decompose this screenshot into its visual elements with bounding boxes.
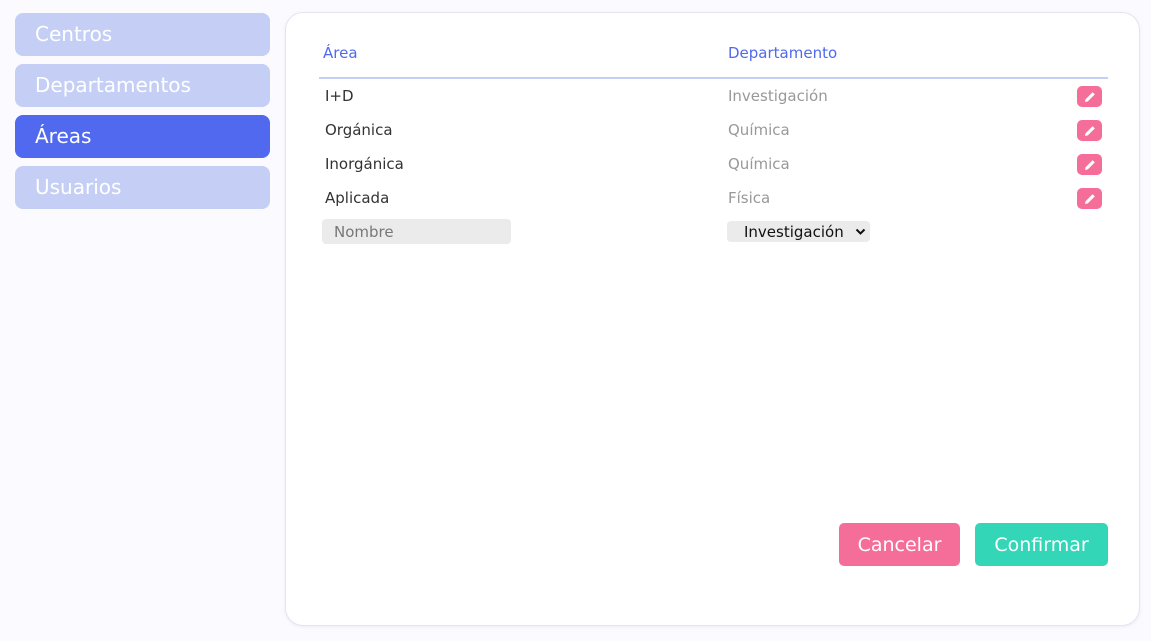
table-row: Inorgánica Química xyxy=(286,147,1141,181)
areas-panel: Área Departamento I+D Investigación Orgá… xyxy=(285,12,1140,626)
cancel-button[interactable]: Cancelar xyxy=(839,523,960,566)
column-header-departamento: Departamento xyxy=(728,44,838,62)
department-select[interactable]: Investigación xyxy=(727,221,870,242)
table-row: I+D Investigación xyxy=(286,79,1141,113)
pencil-icon xyxy=(1084,91,1095,102)
sidebar-item-label: Áreas xyxy=(35,124,92,148)
sidebar-item-centros[interactable]: Centros xyxy=(15,13,270,56)
edit-button[interactable] xyxy=(1077,154,1102,175)
cell-departamento: Investigación xyxy=(728,87,828,105)
sidebar-item-usuarios[interactable]: Usuarios xyxy=(15,166,270,209)
sidebar-item-label: Centros xyxy=(35,22,113,46)
cell-area: Inorgánica xyxy=(325,155,404,173)
pencil-icon xyxy=(1084,193,1095,204)
name-input[interactable] xyxy=(322,219,511,244)
sidebar-item-areas[interactable]: Áreas xyxy=(15,115,270,158)
sidebar-item-departamentos[interactable]: Departamentos xyxy=(15,64,270,107)
pencil-icon xyxy=(1084,159,1095,170)
cell-departamento: Química xyxy=(728,121,790,139)
table-row: Aplicada Física xyxy=(286,181,1141,215)
cell-departamento: Física xyxy=(728,189,771,207)
edit-button[interactable] xyxy=(1077,120,1102,141)
edit-button[interactable] xyxy=(1077,86,1102,107)
chevron-down-icon xyxy=(855,228,866,235)
column-header-area: Área xyxy=(323,44,358,62)
table-row: Orgánica Química xyxy=(286,113,1141,147)
cell-departamento: Química xyxy=(728,155,790,173)
cell-area: Orgánica xyxy=(325,121,393,139)
pencil-icon xyxy=(1084,125,1095,136)
edit-button[interactable] xyxy=(1077,188,1102,209)
confirm-button[interactable]: Confirmar xyxy=(975,523,1108,566)
sidebar-item-label: Usuarios xyxy=(35,175,122,199)
sidebar-nav: Centros Departamentos Áreas Usuarios xyxy=(15,13,270,217)
cell-area: I+D xyxy=(325,87,354,105)
cell-area: Aplicada xyxy=(325,189,390,207)
department-select-value: Investigación xyxy=(744,222,844,241)
sidebar-item-label: Departamentos xyxy=(35,73,191,97)
